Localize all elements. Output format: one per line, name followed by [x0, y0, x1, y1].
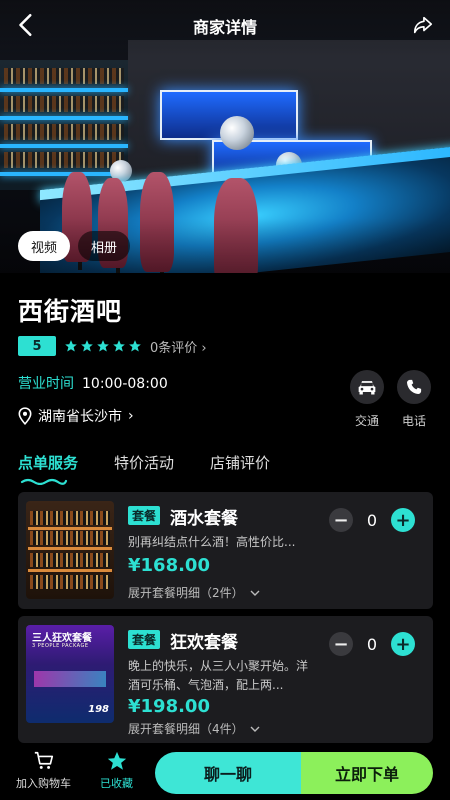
page-title: 商家详情	[192, 18, 257, 37]
star-icon	[81, 340, 93, 352]
business-hours: 营业时间 10:00-08:00	[18, 373, 168, 393]
rating-row: 5 0条评价 ›	[18, 336, 207, 356]
package-badge: 套餐	[128, 506, 161, 525]
package-expand-link[interactable]: 展开套餐明细（4件）	[128, 720, 260, 737]
star-icon	[97, 340, 109, 352]
shop-name: 西街酒吧	[18, 297, 123, 326]
traffic-label: 交通	[354, 414, 379, 428]
phone-label: 电话	[401, 414, 426, 428]
media-tabs: 视频 相册	[18, 231, 131, 261]
location-pin-icon	[18, 407, 32, 425]
increase-button[interactable]: +	[391, 632, 415, 656]
reviews-count: 0条评价	[150, 340, 198, 356]
media-tab-video[interactable]: 视频	[18, 231, 71, 261]
star-icon	[129, 340, 141, 352]
package-expand-link[interactable]: 展开套餐明细（2件）	[128, 584, 260, 601]
chevron-down-icon	[250, 726, 260, 732]
collected-label: 已收藏	[100, 777, 133, 790]
package-card[interactable]: 三人狂欢套餐 3 PEOPLE PACKAGE 198 套餐 狂欢套餐 晚上的快…	[18, 616, 433, 743]
quantity-stepper: − 0 +	[329, 508, 415, 532]
rating-score: 5	[18, 336, 56, 356]
package-title: 狂欢套餐	[170, 633, 238, 653]
order-now-button[interactable]: 立即下单	[301, 752, 433, 794]
address-text: 湖南省长沙市	[38, 409, 122, 425]
package-card[interactable]: 套餐 酒水套餐 别再纠结点什么酒！高性价比... ¥168.00 展开套餐明细（…	[18, 492, 433, 609]
phone-icon	[397, 370, 431, 404]
package-thumbnail: 三人狂欢套餐 3 PEOPLE PACKAGE 198	[26, 625, 114, 723]
package-description: 别再纠结点什么酒！高性价比...	[128, 535, 296, 549]
package-price: ¥198.00	[128, 696, 210, 717]
quantity-value: 0	[366, 510, 378, 530]
thumbnail-title: 三人狂欢套餐	[32, 633, 92, 644]
thumbnail-subtitle: 3 PEOPLE PACKAGE	[32, 643, 89, 649]
bottom-action-bar: 加入购物车 已收藏 聊一聊 立即下单	[0, 744, 450, 800]
decrease-button[interactable]: −	[329, 632, 353, 656]
add-to-cart-label: 加入购物车	[16, 777, 71, 790]
address-link[interactable]: 湖南省长沙市 ›	[18, 406, 134, 426]
collect-button[interactable]: 已收藏	[100, 750, 133, 791]
chat-button[interactable]: 聊一聊	[155, 752, 301, 794]
add-to-cart-button[interactable]: 加入购物车	[16, 750, 71, 791]
hours-value: 10:00-08:00	[82, 376, 168, 392]
tab-order-service[interactable]: 点单服务	[18, 452, 78, 473]
thumbnail-price: 198	[88, 704, 109, 715]
decrease-button[interactable]: −	[329, 508, 353, 532]
tab-active-indicator	[20, 478, 68, 485]
package-expand-label: 展开套餐明细（4件）	[128, 722, 244, 736]
star-icon	[65, 340, 77, 352]
package-price: ¥168.00	[128, 555, 210, 576]
package-description: 晚上的快乐，从三人小聚开始。洋酒可乐桶、气泡酒，配上两...	[128, 659, 309, 692]
star-filled-icon	[107, 751, 126, 770]
content-tabs: 点单服务 特价活动 店铺评价	[18, 452, 270, 473]
star-rating	[64, 339, 142, 353]
quantity-value: 0	[366, 634, 378, 654]
chevron-down-icon	[250, 590, 260, 596]
traffic-button[interactable]: 交通	[349, 370, 385, 429]
star-icon	[113, 340, 125, 352]
chevron-right-icon: ›	[201, 340, 207, 356]
quantity-stepper: − 0 +	[329, 632, 415, 656]
tab-specials[interactable]: 特价活动	[114, 452, 174, 473]
package-badge: 套餐	[128, 630, 161, 649]
phone-button[interactable]: 电话	[396, 370, 432, 429]
reviews-link[interactable]: 0条评价 ›	[150, 337, 207, 356]
cart-icon	[34, 751, 53, 769]
car-icon	[350, 370, 384, 404]
chevron-right-icon: ›	[128, 408, 134, 424]
increase-button[interactable]: +	[391, 508, 415, 532]
package-title: 酒水套餐	[170, 509, 238, 529]
tab-reviews[interactable]: 店铺评价	[210, 452, 270, 473]
top-bar: 商家详情	[0, 0, 450, 52]
hours-label: 营业时间	[18, 376, 74, 392]
media-tab-album[interactable]: 相册	[78, 231, 131, 261]
share-icon[interactable]	[412, 14, 434, 36]
back-arrow-icon[interactable]	[14, 12, 40, 38]
package-thumbnail	[26, 501, 114, 599]
package-expand-label: 展开套餐明细（2件）	[128, 586, 244, 600]
